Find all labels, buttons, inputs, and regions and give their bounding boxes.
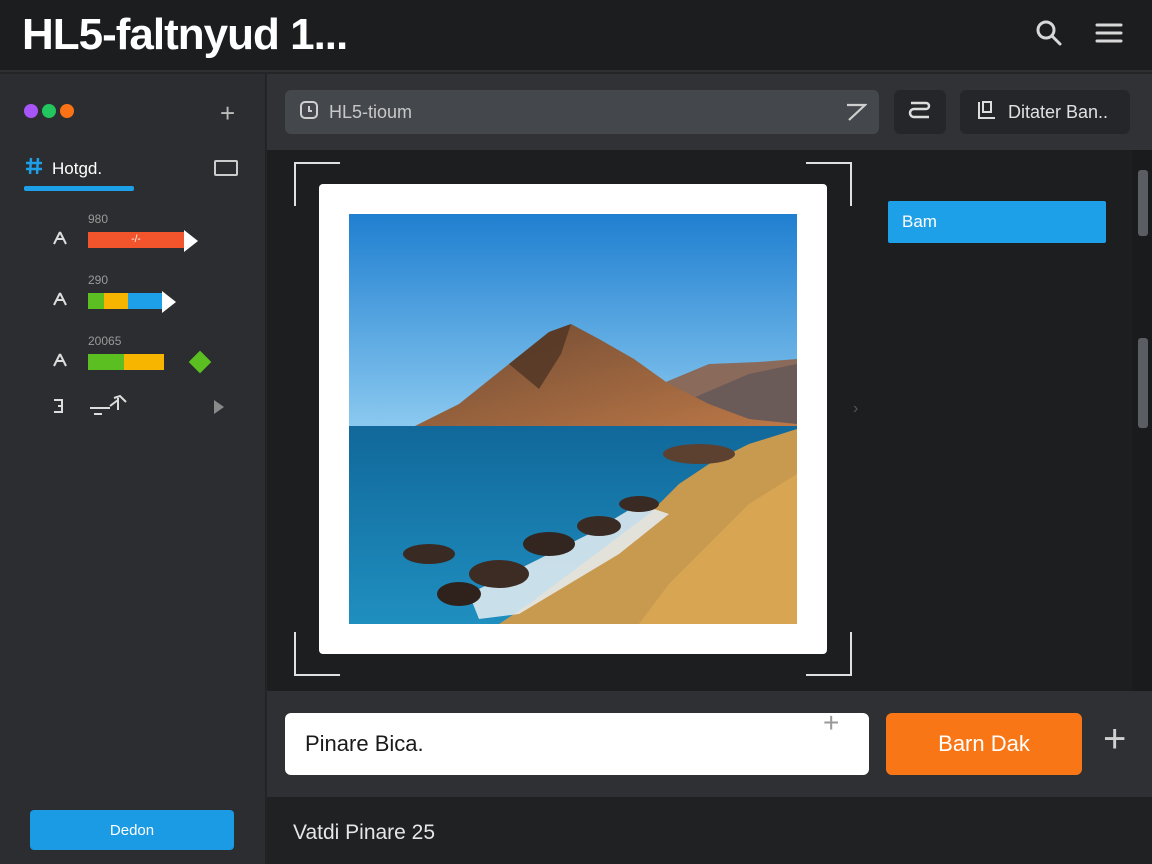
add-icon[interactable]: + [220,98,235,129]
toolbar: HL5-tioum Ditater Ban.. [267,74,1152,150]
filter-button[interactable]: Ditater Ban.. [960,90,1130,134]
dot-orange[interactable] [60,104,74,118]
title-bar: HL5-faltnyud 1... [0,0,1152,72]
primary-action-button[interactable]: Barn Dak [886,713,1082,775]
person-icon [52,352,68,373]
dot-purple[interactable] [24,104,38,118]
scroll-thumb-lower[interactable] [1138,338,1148,428]
person-icon [52,230,68,251]
sidebar-tab-label: Hotgd. [52,158,103,178]
landscape-photo [349,214,797,624]
track-row-1[interactable]: 980 -/- [52,212,212,252]
track-handle[interactable] [184,230,198,252]
track-bar-label: -/- [88,232,184,248]
track-row-4[interactable] [52,392,232,432]
track-handle[interactable] [162,291,176,313]
layers-icon [908,100,932,125]
sidebar-tab-active[interactable]: Hotgd. [24,156,102,181]
person-icon [52,291,68,312]
vertical-scrollbar[interactable] [1132,150,1152,691]
hash-icon [24,156,44,181]
diamond-marker[interactable] [188,350,212,374]
dot-green[interactable] [42,104,56,118]
photo-frame [319,184,827,654]
bottom-bar: Pinare Bica. + Barn Dak + [267,691,1152,797]
sidebar: + Hotgd. 980 -/- 290 20065 Dedon [0,74,266,864]
clock-icon [299,100,319,125]
scroll-thumb-upper[interactable] [1138,170,1148,236]
text-input[interactable]: Pinare Bica. [285,713,869,775]
input-add-icon[interactable]: + [823,707,839,739]
search-input[interactable]: HL5-tioum [285,90,879,134]
add-icon[interactable]: + [1103,719,1126,759]
window-icon[interactable] [214,160,238,176]
status-text: Vatdi Pinare 25 [293,821,436,844]
layers-button[interactable] [894,90,946,134]
chevron-right-icon[interactable]: › [853,400,858,418]
filter-icon [976,100,998,125]
track-value: 20065 [88,334,122,348]
sidebar-primary-button[interactable]: Dedon [30,810,234,850]
track-row-3[interactable]: 20065 [52,334,222,374]
window-dots [24,104,74,118]
active-tab-indicator [24,186,134,191]
app-title: HL5-faltnyud 1... [22,10,348,59]
track-bar[interactable]: -/- [88,232,184,248]
edit-icon[interactable] [845,102,868,127]
canvas-tag-button[interactable]: Bam [888,201,1106,243]
track-bar[interactable] [88,293,164,309]
image-canvas[interactable]: › Bam [267,150,1132,691]
track-value: 290 [88,273,109,287]
play-icon[interactable] [214,400,224,414]
search-icon[interactable] [1034,18,1064,48]
filter-label: Ditater Ban.. [1008,101,1109,122]
tool-icon[interactable] [88,394,130,423]
search-text: HL5-tioum [329,101,413,122]
track-bar[interactable] [88,354,164,370]
bracket-icon [52,398,66,419]
track-value: 980 [88,212,109,226]
menu-icon[interactable] [1094,18,1124,48]
track-row-2[interactable]: 290 [52,273,212,313]
status-bar: Vatdi Pinare 25 [267,797,1152,864]
